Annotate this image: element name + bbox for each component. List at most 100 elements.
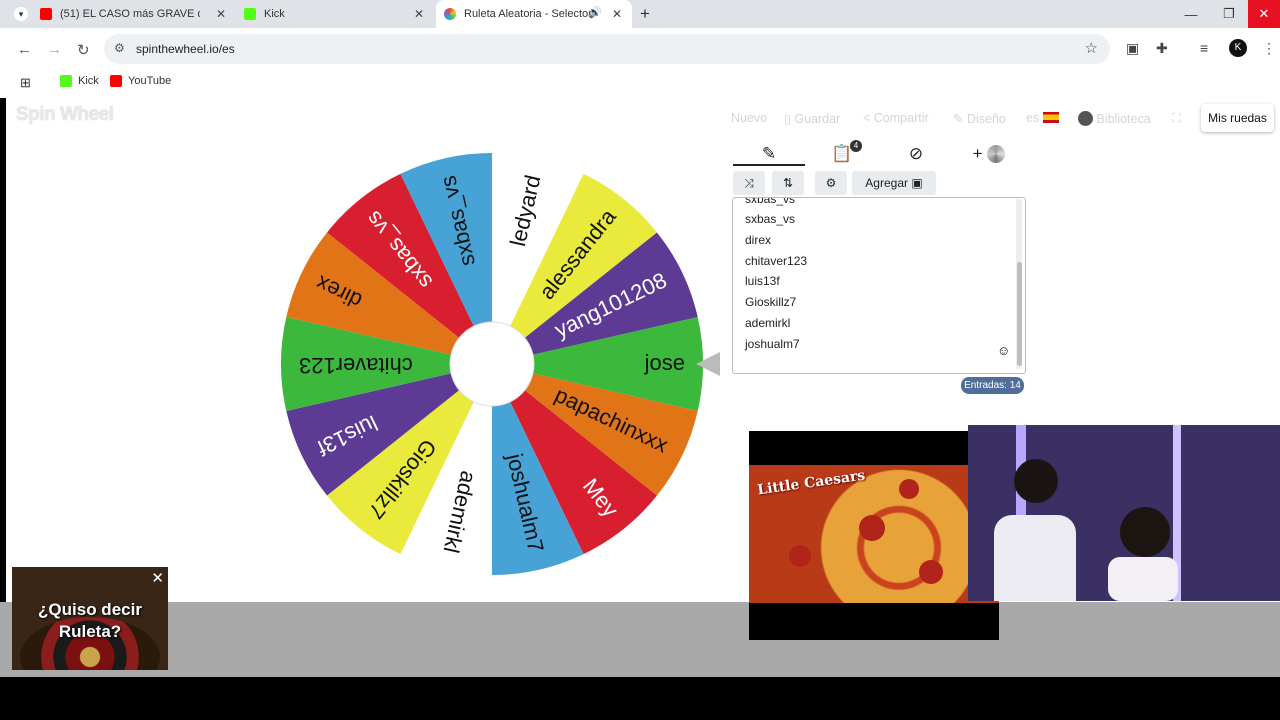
menu-kebab-icon[interactable]: ⋮	[1262, 40, 1276, 57]
shuffle-icon: ⤨	[744, 175, 754, 190]
bookmark-star-icon[interactable]: ☆	[1085, 39, 1098, 57]
spin-wheel[interactable]: josepapachinxxxMeyjoshualm7ademirklGiosk…	[270, 142, 720, 592]
promo-video: Little Caesars	[749, 431, 999, 640]
tab-kick[interactable]: Kick ✕	[238, 0, 434, 28]
mis-ruedas-button[interactable]: Mis ruedas	[1201, 104, 1274, 132]
list-item: ademirkl	[745, 316, 791, 330]
menu-diseno[interactable]: ✎ Diseño	[953, 111, 1006, 126]
eye-slash-icon: ⊘	[908, 144, 924, 163]
bookmark-label: Kick	[78, 75, 99, 87]
forward-icon[interactable]: →	[47, 41, 62, 58]
spain-flag-icon	[1042, 112, 1059, 123]
bookmark-label: YouTube	[128, 75, 172, 87]
menu-label: Compartir	[873, 111, 929, 125]
menu-compartir[interactable]: < Compartir	[863, 111, 929, 125]
add-wheel-tab[interactable]: +	[964, 142, 1014, 166]
menu-label: es	[1026, 111, 1040, 125]
new-tab-icon[interactable]: +	[640, 4, 650, 24]
shuffle-button[interactable]: ⤨	[733, 171, 765, 195]
speaker-icon[interactable]: 🔊	[588, 6, 602, 19]
ruleta-ad-overlay[interactable]: ¿Quiso decir Ruleta? ✕	[12, 567, 168, 670]
wheel-thumbnail-icon	[987, 145, 1006, 163]
menu-nuevo[interactable]: Nuevo	[731, 111, 767, 125]
url-text: spinthewheel.io/es	[136, 42, 235, 56]
close-icon[interactable]: ✕	[151, 569, 164, 587]
youtube-favicon-icon	[40, 8, 52, 20]
minimize-icon[interactable]: —	[1172, 0, 1210, 28]
site-logo[interactable]: Spin Wheel	[16, 104, 114, 126]
browser-toolbar: ← → ↻ ⚙ spinthewheel.io/es ☆ ▣ ✚ ≡ K ⋮	[0, 28, 1280, 70]
bookmark-kick[interactable]: Kick	[60, 75, 99, 87]
reload-icon[interactable]: ↻	[77, 41, 90, 59]
sort-button[interactable]: ⇅	[772, 171, 804, 195]
menu-biblioteca[interactable]: Biblioteca	[1078, 111, 1151, 126]
entries-textarea[interactable]: sxbas_vs sxbas_vs direx chitaver123 luis…	[732, 197, 1026, 374]
site-info-icon[interactable]: ⚙	[114, 41, 125, 55]
sort-icon: ⇅	[782, 176, 794, 190]
settings-button[interactable]: ⚙	[815, 171, 847, 195]
globe-icon	[1078, 111, 1093, 126]
person-left	[988, 459, 1080, 601]
tab-hidden[interactable]: ⊘	[898, 142, 934, 166]
list-item: chitaver123	[745, 254, 808, 268]
bookmarks-bar: ⊞ Kick YouTube	[0, 70, 1280, 98]
fullscreen-icon[interactable]: ⛶	[1172, 111, 1181, 126]
emoji-icon[interactable]: ☺	[997, 343, 1010, 358]
kick-favicon-icon	[244, 8, 256, 20]
bookmark-youtube[interactable]: YouTube	[110, 75, 171, 87]
webcam-overlay	[968, 425, 1280, 601]
back-icon[interactable]: ←	[17, 41, 32, 58]
add-image-button[interactable]: Agregar ▣	[852, 171, 936, 195]
tab-search-icon[interactable]: ▾	[14, 7, 28, 21]
wheel-favicon-icon	[444, 8, 456, 20]
pencil-icon: ✎	[761, 144, 777, 163]
wheel-center-button[interactable]	[449, 321, 535, 407]
list-item: Gioskillz7	[745, 295, 797, 309]
youtube-favicon-icon	[110, 75, 122, 87]
tab-title: Ruleta Aleatoria - Selector P	[464, 8, 592, 20]
menu-label: Biblioteca	[1096, 112, 1151, 126]
wheel-segment-label: jose	[644, 350, 685, 375]
person-right	[1098, 507, 1208, 601]
list-item: joshualm7	[745, 337, 800, 351]
address-bar[interactable]: ⚙ spinthewheel.io/es ☆	[104, 34, 1110, 64]
tab-youtube[interactable]: (51) EL CASO más GRAVE del ST ✕	[40, 0, 236, 28]
translate-icon[interactable]: ▣	[1126, 40, 1139, 57]
wheel-segment-label: chitaver123	[299, 353, 413, 378]
list-item: sxbas_vs	[745, 212, 796, 226]
menu-language[interactable]: es	[1026, 111, 1059, 125]
close-tab-icon[interactable]: ✕	[216, 7, 226, 21]
gear-icon: ⚙	[825, 176, 837, 190]
apps-grid-icon[interactable]: ⊞	[20, 75, 31, 91]
list-item: direx	[745, 233, 772, 247]
tab-ruleta[interactable]: Ruleta Aleatoria - Selector P 🔊 ✕	[436, 0, 632, 28]
close-tab-icon[interactable]: ✕	[612, 7, 622, 21]
entries-count-badge: Entradas: 14	[961, 377, 1024, 394]
active-tab-indicator	[733, 164, 805, 166]
close-window-icon[interactable]: ✕	[1248, 0, 1280, 28]
list-item: sxbas_vs	[745, 197, 796, 206]
restore-icon[interactable]: ❐	[1210, 0, 1248, 28]
media-controls-icon[interactable]: ≡	[1200, 40, 1208, 56]
tab-edit[interactable]: ✎	[733, 142, 805, 166]
menu-label: Diseño	[966, 112, 1006, 126]
list-count-badge: 4	[850, 140, 862, 152]
profile-avatar[interactable]: K	[1229, 39, 1247, 57]
menu-guardar[interactable]: ▯ Guardar	[784, 111, 840, 126]
plus-icon: +	[972, 144, 988, 163]
pencil-icon: ✎	[953, 112, 967, 126]
extensions-icon[interactable]: ✚	[1156, 40, 1168, 57]
close-tab-icon[interactable]: ✕	[414, 7, 424, 21]
tab-title: (51) EL CASO más GRAVE del ST	[60, 8, 200, 20]
scrollbar-thumb[interactable]	[1017, 262, 1022, 366]
browser-tab-strip: ▾ (51) EL CASO más GRAVE del ST ✕ Kick ✕…	[0, 0, 1280, 28]
save-icon: ▯	[784, 112, 795, 126]
share-icon: <	[863, 111, 874, 125]
stream-overlay-bar	[0, 602, 1280, 677]
button-label: Agregar	[865, 176, 908, 190]
image-icon: ▣	[911, 176, 923, 190]
tab-title: Kick	[264, 8, 285, 20]
list-item: luis13f	[745, 274, 780, 288]
menu-label: Guardar	[794, 112, 841, 126]
tab-list[interactable]: 📋 4	[822, 140, 862, 166]
